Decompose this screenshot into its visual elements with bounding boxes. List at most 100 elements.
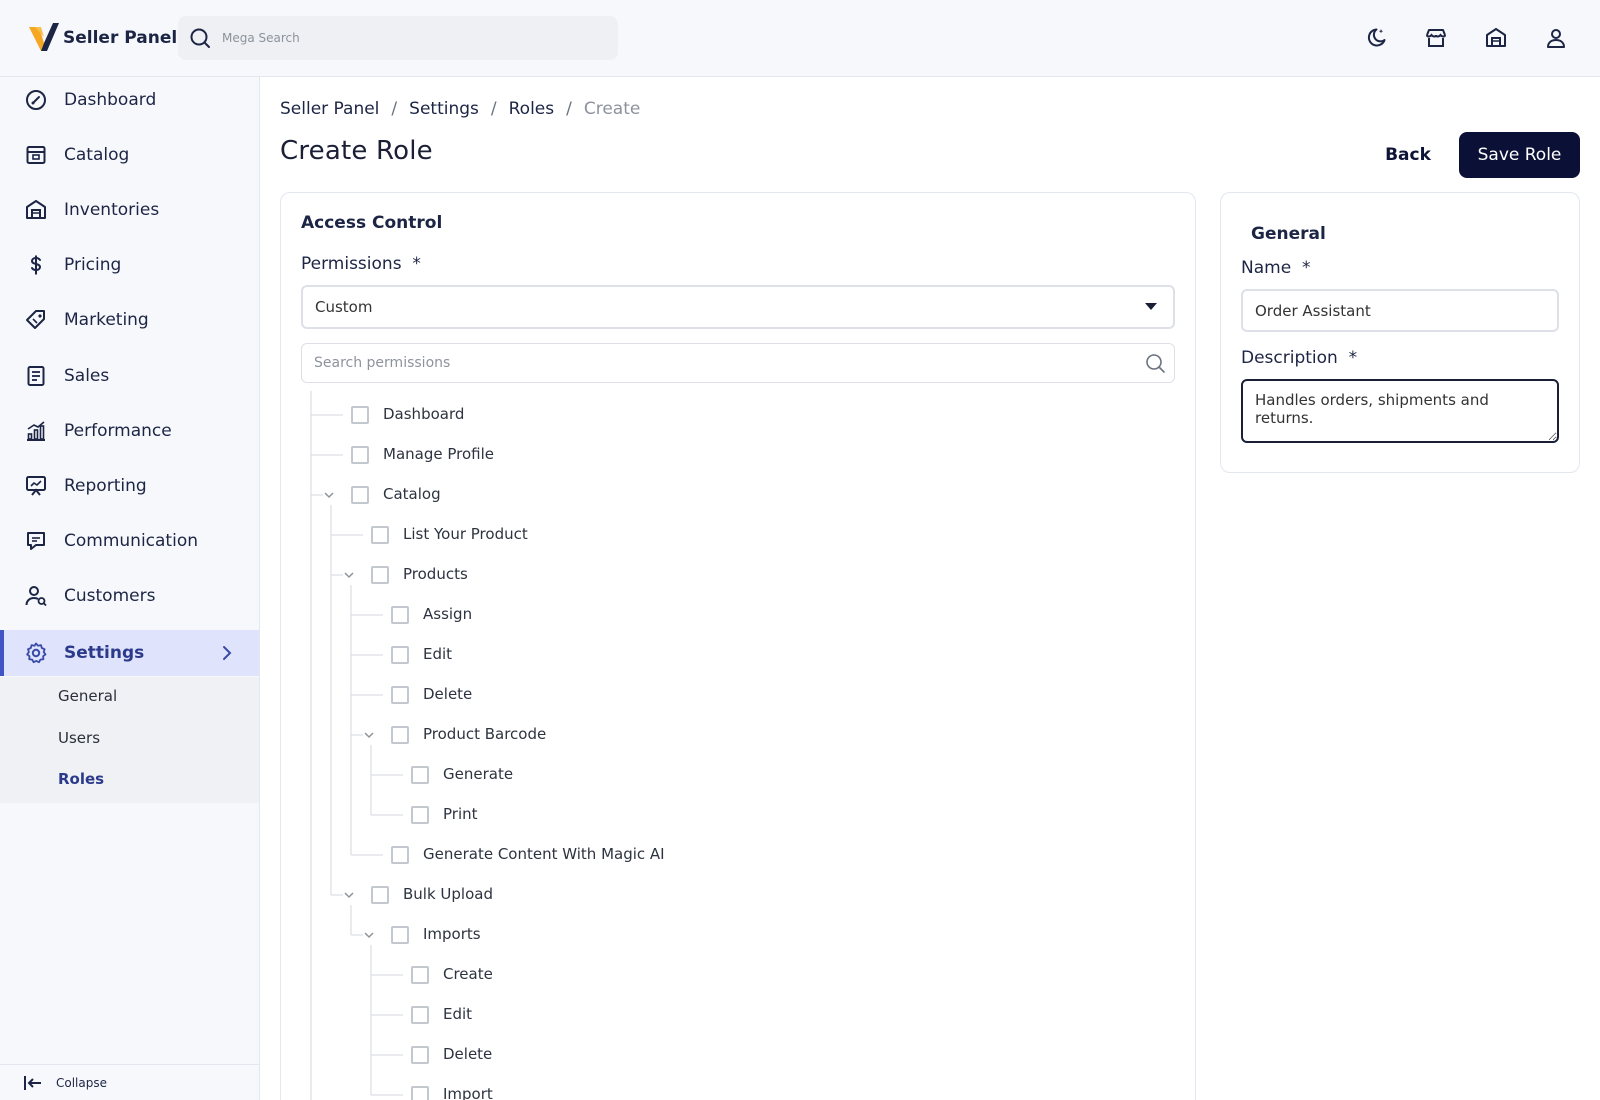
search-icon xyxy=(190,28,210,48)
sidebar-item-pricing[interactable]: Pricing xyxy=(0,242,259,288)
sidebar-item-dashboard[interactable]: Dashboard xyxy=(0,77,259,123)
permission-label: Catalog xyxy=(383,485,441,503)
dollar-icon xyxy=(30,255,42,275)
sidebar: Dashboard Catalog Inventories Pricing Ma… xyxy=(0,77,260,1100)
permission-label: Imports xyxy=(423,925,481,943)
permission-label: Delete xyxy=(443,1045,493,1063)
sidebar-item-performance[interactable]: Performance xyxy=(0,408,259,454)
subnav-item-roles[interactable]: Roles xyxy=(58,770,104,788)
subnav-item-users[interactable]: Users xyxy=(58,729,100,747)
collapse-button[interactable]: Collapse xyxy=(0,1064,259,1100)
permission-checkbox[interactable] xyxy=(391,686,409,704)
settings-subnav: General Users Roles xyxy=(0,677,259,803)
description-textarea[interactable]: Handles orders, shipments and returns. xyxy=(1241,379,1559,443)
permission-checkbox[interactable] xyxy=(411,1006,429,1024)
general-card: General Name * Description * Handles ord… xyxy=(1220,192,1580,473)
gear-icon xyxy=(26,642,47,664)
bar-chart-icon xyxy=(27,421,45,441)
brand-name: Seller Panel xyxy=(63,28,178,48)
users-icon xyxy=(25,586,47,607)
breadcrumb-separator: / xyxy=(391,99,398,119)
permission-checkbox[interactable] xyxy=(391,646,409,664)
tree-connector-lines xyxy=(310,391,403,1100)
gauge-icon xyxy=(26,90,46,110)
breadcrumb-separator: / xyxy=(490,99,497,119)
user-icon[interactable] xyxy=(1542,24,1570,52)
chevron-down-icon[interactable] xyxy=(361,727,377,743)
sidebar-item-communication[interactable]: Communication xyxy=(0,518,259,564)
collapse-icon xyxy=(24,1076,41,1090)
sidebar-item-catalog[interactable]: Catalog xyxy=(0,132,259,178)
search-input[interactable] xyxy=(222,16,602,60)
permission-label: Generate xyxy=(443,765,514,783)
breadcrumb-settings[interactable]: Settings xyxy=(409,99,479,119)
name-input[interactable] xyxy=(1241,289,1559,332)
breadcrumb: Seller Panel / Settings / Roles / Create xyxy=(280,96,640,122)
chevron-down-icon[interactable] xyxy=(361,927,377,943)
sidebar-item-inventories[interactable]: Inventories xyxy=(0,187,259,233)
permission-label: List Your Product xyxy=(403,525,528,543)
permission-checkbox[interactable] xyxy=(351,406,369,424)
permission-label: Dashboard xyxy=(383,405,465,423)
subnav-item-general[interactable]: General xyxy=(58,687,117,705)
permission-label: Delete xyxy=(423,685,473,703)
permission-checkbox[interactable] xyxy=(411,1046,429,1064)
permission-label: Bulk Upload xyxy=(403,885,493,903)
permission-label: Products xyxy=(403,565,468,583)
chevron-down-icon[interactable] xyxy=(321,487,337,503)
tag-icon xyxy=(26,310,45,329)
warehouse-icon xyxy=(26,200,46,219)
sidebar-item-reporting[interactable]: Reporting xyxy=(0,463,259,509)
mega-search xyxy=(178,16,618,60)
permission-label: Edit xyxy=(443,1005,473,1023)
permission-label: Create xyxy=(443,965,493,983)
store-icon[interactable] xyxy=(1422,24,1450,52)
moon-icon[interactable] xyxy=(1362,24,1390,52)
permission-label: Generate Content With Magic AI xyxy=(423,845,665,863)
permission-checkbox[interactable] xyxy=(411,1086,429,1100)
logo-icon xyxy=(29,23,59,51)
general-title: General xyxy=(1251,224,1326,244)
name-label: Name * xyxy=(1241,258,1311,278)
receipt-icon xyxy=(27,366,45,386)
permission-label: Product Barcode xyxy=(423,725,547,743)
permission-checkbox[interactable] xyxy=(411,966,429,984)
sidebar-item-marketing[interactable]: Marketing xyxy=(0,297,259,343)
breadcrumb-seller-panel[interactable]: Seller Panel xyxy=(280,99,379,119)
sidebar-item-sales[interactable]: Sales xyxy=(0,353,259,399)
chevron-down-icon[interactable] xyxy=(341,567,357,583)
permission-label: Print xyxy=(443,805,478,823)
permission-checkbox[interactable] xyxy=(371,566,389,584)
sidebar-item-customers[interactable]: Customers xyxy=(0,573,259,619)
permission-checkbox[interactable] xyxy=(391,846,409,864)
permission-checkbox[interactable] xyxy=(371,886,389,904)
permission-checkbox[interactable] xyxy=(351,486,369,504)
permission-label: Assign xyxy=(423,605,473,623)
sidebar-item-settings[interactable]: Settings xyxy=(0,630,259,676)
permission-tree: Dashboard Manage Profile Catalog List Your … xyxy=(281,193,1195,1100)
permission-checkbox[interactable] xyxy=(371,526,389,544)
breadcrumb-current: Create xyxy=(583,99,641,119)
permission-checkbox[interactable] xyxy=(391,726,409,744)
presentation-icon xyxy=(26,476,46,496)
brand[interactable]: Seller Panel xyxy=(27,20,177,56)
permission-checkbox[interactable] xyxy=(351,446,369,464)
breadcrumb-roles[interactable]: Roles xyxy=(509,99,555,119)
permission-label: Import xyxy=(443,1085,493,1100)
permission-checkbox[interactable] xyxy=(391,606,409,624)
permission-label: Manage Profile xyxy=(383,445,494,463)
permission-checkbox[interactable] xyxy=(411,766,429,784)
warehouse-icon[interactable] xyxy=(1482,24,1510,52)
permission-checkbox[interactable] xyxy=(391,926,409,944)
permission-label: Edit xyxy=(423,645,453,663)
back-button[interactable]: Back xyxy=(1372,132,1444,178)
chevron-down-icon[interactable] xyxy=(341,887,357,903)
permission-checkbox[interactable] xyxy=(411,806,429,824)
description-label: Description * xyxy=(1241,348,1358,368)
breadcrumb-separator: / xyxy=(566,99,572,119)
access-control-card: Access Control Permissions * Custom Dash… xyxy=(280,192,1196,1100)
save-role-button[interactable]: Save Role xyxy=(1459,132,1580,178)
page-title: Create Role xyxy=(280,136,433,166)
chevron-right-icon xyxy=(223,646,232,660)
catalog-icon xyxy=(26,146,46,164)
